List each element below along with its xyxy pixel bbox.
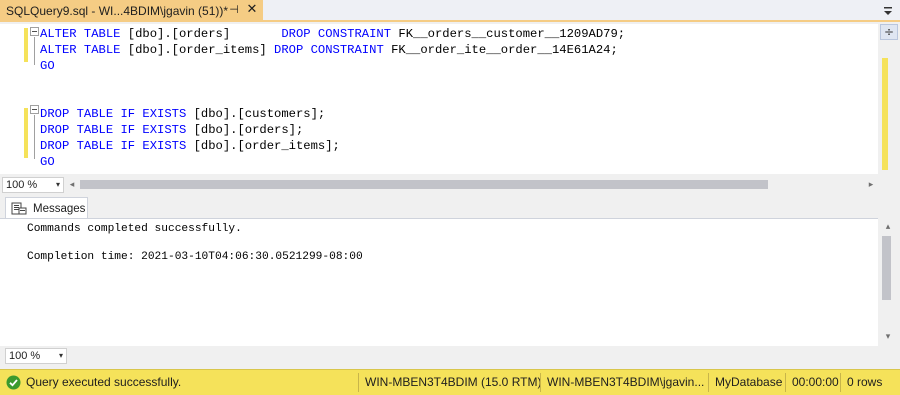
split-editor-icon[interactable]: ÷ — [880, 24, 898, 40]
messages-scroll-thumb[interactable] — [882, 236, 891, 300]
sql-text: [dbo].[orders] — [120, 27, 282, 41]
saved-change-marker — [24, 28, 28, 62]
tab-list-dropdown-icon[interactable] — [882, 4, 894, 18]
saved-change-marker — [24, 108, 28, 158]
sql-keyword: DROP TABLE IF EXISTS — [40, 123, 187, 137]
sql-keyword: GO — [40, 59, 55, 73]
status-divider — [785, 373, 786, 392]
sql-keyword: DROP CONSTRAINT — [281, 27, 392, 41]
sql-text: [dbo].[order_items]; — [186, 139, 340, 153]
collapse-region-icon[interactable] — [30, 27, 39, 36]
code-line[interactable]: GO — [40, 154, 55, 170]
collapse-region-icon[interactable] — [30, 105, 39, 114]
pin-icon[interactable]: ⊣ — [227, 3, 241, 17]
status-divider — [358, 373, 359, 392]
success-check-icon — [6, 375, 21, 390]
status-server: WIN-MBEN3T4BDIM (15.0 RTM) — [365, 375, 542, 389]
sql-text: [dbo].[customers]; — [186, 107, 326, 121]
zoom-value: 100 % — [6, 179, 38, 191]
scroll-up-icon[interactable]: ▴ — [882, 221, 894, 233]
results-zoom-select[interactable]: 100 % ▾ — [5, 348, 67, 364]
chevron-down-icon: ▾ — [58, 351, 63, 360]
sql-keyword: DROP TABLE IF EXISTS — [40, 139, 187, 153]
code-line[interactable]: DROP TABLE IF EXISTS [dbo].[orders]; — [40, 122, 303, 138]
sql-keyword: GO — [40, 155, 55, 169]
code-line[interactable]: DROP TABLE IF EXISTS [dbo].[customers]; — [40, 106, 325, 122]
scroll-down-icon[interactable]: ▾ — [882, 331, 894, 343]
status-user: WIN-MBEN3T4BDIM\jgavin... — [547, 375, 705, 389]
messages-pane[interactable]: Commands completed successfully. Complet… — [0, 218, 878, 346]
query-status-bar: Query executed successfully. WIN-MBEN3T4… — [0, 369, 900, 395]
sql-keyword: DROP CONSTRAINT — [274, 43, 384, 57]
status-divider — [708, 373, 709, 392]
message-line: Commands completed successfully. — [27, 223, 242, 235]
sql-keyword: ALTER TABLE — [40, 27, 121, 41]
results-zoom-bar — [0, 347, 900, 366]
sql-keyword: ALTER TABLE — [40, 43, 121, 57]
sql-text: FK__order_ite__order__14E61A24; — [383, 43, 618, 57]
editor-zoom-select[interactable]: 100 % ▾ — [2, 177, 64, 193]
status-divider — [540, 373, 541, 392]
messages-tab-label: Messages — [33, 202, 86, 215]
code-line[interactable]: ALTER TABLE [dbo].[orders] DROP CONSTRAI… — [40, 26, 625, 42]
status-elapsed-time: 00:00:00 — [792, 375, 839, 389]
chevron-down-icon: ▾ — [55, 180, 60, 189]
sql-text: FK__orders__customer__1209AD79; — [391, 27, 626, 41]
document-tab-strip: SQLQuery9.sql - WI...4BDIM\jgavin (51))*… — [0, 0, 900, 22]
messages-icon — [11, 202, 27, 214]
sql-keyword: DROP TABLE IF EXISTS — [40, 107, 187, 121]
code-line[interactable]: DROP TABLE IF EXISTS [dbo].[order_items]… — [40, 138, 340, 154]
sql-text: [dbo].[orders]; — [186, 123, 304, 137]
status-database: MyDatabase — [715, 375, 783, 389]
zoom-value: 100 % — [9, 350, 41, 362]
query-document-tab[interactable]: SQLQuery9.sql - WI...4BDIM\jgavin (51))*… — [0, 0, 263, 22]
close-tab-icon[interactable]: ✕ — [245, 2, 259, 18]
status-divider — [840, 373, 841, 392]
outline-guide — [34, 115, 35, 159]
query-editor[interactable]: ALTER TABLE [dbo].[orders] DROP CONSTRAI… — [0, 24, 878, 174]
document-tab-title: SQLQuery9.sql - WI...4BDIM\jgavin (51))* — [6, 4, 229, 18]
scroll-left-icon[interactable]: ◂ — [67, 178, 77, 192]
outline-guide — [34, 37, 35, 65]
status-row-count: 0 rows — [847, 375, 883, 389]
code-line[interactable]: ALTER TABLE [dbo].[order_items] DROP CON… — [40, 42, 618, 58]
scroll-right-icon[interactable]: ▸ — [866, 178, 876, 192]
editor-horizontal-scroll-thumb[interactable] — [80, 180, 768, 189]
editor-scroll-thumb[interactable] — [882, 58, 888, 170]
message-line: Completion time: 2021-03-10T04:06:30.052… — [27, 251, 363, 263]
code-line[interactable]: GO — [40, 58, 55, 74]
sql-text: [dbo].[order_items] — [120, 43, 275, 57]
status-message: Query executed successfully. — [26, 375, 182, 389]
messages-tab[interactable]: Messages — [5, 197, 88, 219]
